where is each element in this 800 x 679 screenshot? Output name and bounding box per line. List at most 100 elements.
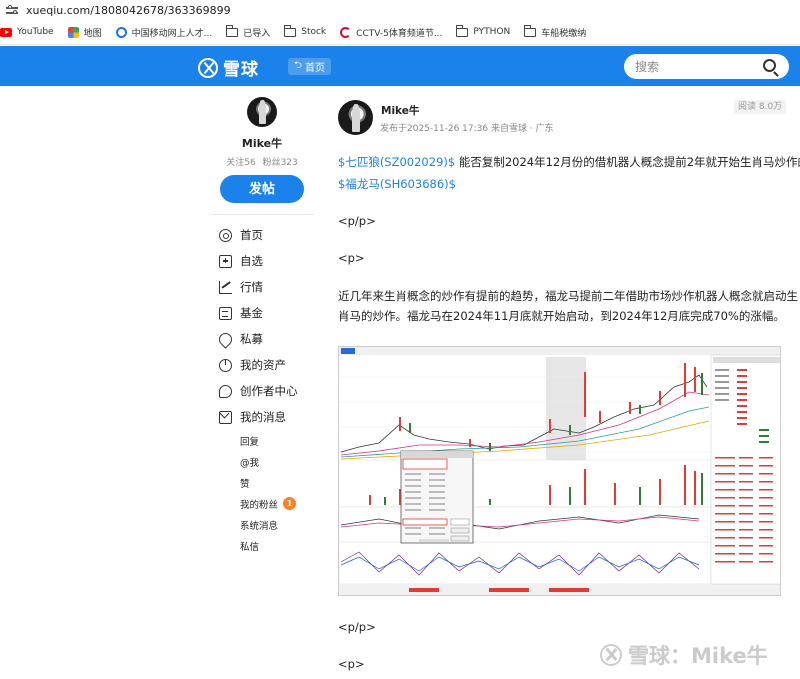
url-text[interactable]: xueqiu.com/1808042678/363369899 xyxy=(26,4,231,17)
address-bar[interactable]: xueqiu.com/1808042678/363369899 xyxy=(0,0,800,20)
assets-icon xyxy=(219,358,232,372)
site-header: 雪球 ⮌ 首页 xyxy=(0,46,800,86)
bookmark-label: 车船税缴纳 xyxy=(541,28,587,39)
xueqiu-logo-icon xyxy=(198,57,218,78)
divider xyxy=(210,214,314,215)
sidebar-item-label: 首页 xyxy=(240,228,263,242)
xueqiu-watermark-icon xyxy=(600,644,622,666)
return-icon: ⮌ xyxy=(294,60,303,71)
folder-icon xyxy=(523,24,537,37)
youtube-icon xyxy=(0,27,12,37)
china-mobile-icon xyxy=(115,26,127,38)
post-text: <p/p> xyxy=(338,214,376,228)
site-settings-icon[interactable] xyxy=(6,5,20,15)
submenu-label: 赞 xyxy=(240,478,250,490)
watermark: 雪球：Mike牛 xyxy=(600,640,768,670)
bookmark-label: 地图 xyxy=(83,28,102,39)
submenu-label: 私信 xyxy=(240,541,260,553)
post-meta: 发布于2025-11-26 17:36 来自雪球 · 广东 xyxy=(380,124,554,134)
submenu-item-private-messages[interactable]: 私信 xyxy=(240,535,296,556)
sidebar-item-messages[interactable]: 我的消息 xyxy=(219,404,298,430)
messages-icon xyxy=(219,410,232,424)
followers-count[interactable]: 粉丝323 xyxy=(263,158,298,168)
home-icon xyxy=(219,228,232,242)
post-text: <p> xyxy=(338,657,365,671)
folder-icon xyxy=(283,24,297,37)
post-text: <p> xyxy=(338,251,365,265)
submenu-label: 系统消息 xyxy=(240,520,279,532)
creator-icon xyxy=(219,384,232,398)
sidebar-item-fund[interactable]: 基金 xyxy=(219,300,298,326)
search-box xyxy=(624,54,789,79)
stock-link-fulongma[interactable]: $福龙马(SH603686)$ xyxy=(338,177,456,191)
sidebar-item-label: 创作者中心 xyxy=(240,384,298,398)
post-text: 肖马的炒作。福龙马在2024年11月底就开始启动，到2024年12月底完成70%… xyxy=(338,309,785,323)
fund-icon xyxy=(219,306,232,320)
user-name[interactable]: Mike牛 xyxy=(210,135,314,151)
submenu-item-mentions[interactable]: @我 xyxy=(240,451,296,472)
stock-chart-image[interactable] xyxy=(338,346,781,596)
post-text: 近几年来生肖概念的炒作有提前的趋势，福龙马提前二年借助市场炒作机器人概念就启动生 xyxy=(338,289,798,303)
post-line: $七匹狼(SZ002029)$ 能否复制2024年12月份的借机器人概念提前2年… xyxy=(338,154,800,170)
stock-link-qipilang[interactable]: $七匹狼(SZ002029)$ xyxy=(338,155,455,169)
bookmark-cctv5[interactable]: CCTV-5体育频道节... xyxy=(340,26,442,39)
user-avatar[interactable] xyxy=(247,97,277,127)
author-avatar[interactable] xyxy=(338,100,373,135)
sidebar-item-label: 我的消息 xyxy=(240,410,286,424)
user-stats: 关注56 粉丝323 xyxy=(210,155,314,168)
search-icon[interactable] xyxy=(763,59,776,72)
bookmark-folder-vehicle-tax[interactable]: 车船税缴纳 xyxy=(523,24,587,39)
bookmarks-bar: YouTube 地图 中国移动网上人才... 已导入 Stock CCTV-5体… xyxy=(0,20,800,45)
bookmark-folder-imported[interactable]: 已导入 xyxy=(225,24,271,39)
bookmark-maps[interactable]: 地图 xyxy=(67,26,102,39)
sidebar-item-private-fund[interactable]: 私募 xyxy=(216,326,298,352)
submenu-label: @我 xyxy=(240,457,260,469)
bookmark-label: 已导入 xyxy=(243,28,271,39)
post-text: 能否复制2024年12月份的借机器人概念提前2年就开始生肖马炒作的 xyxy=(455,155,800,169)
sidebar-menu: 首页 自选 行情 基金 私募 我的资产 创作者中心 我的消息 xyxy=(216,222,298,430)
sidebar-item-watchlist[interactable]: 自选 xyxy=(219,248,298,274)
author-name[interactable]: Mike牛 xyxy=(381,103,419,118)
post-line: $福龙马(SH603686)$ xyxy=(338,176,456,192)
market-trend-icon xyxy=(219,280,232,294)
bookmark-folder-python[interactable]: PYTHON xyxy=(455,24,511,37)
bookmark-label: YouTube xyxy=(17,27,54,37)
new-post-button[interactable]: 发帖 xyxy=(220,175,304,203)
following-count[interactable]: 关注56 xyxy=(226,158,255,168)
messages-submenu: 回复 @我 赞 我的粉丝 1 系统消息 私信 xyxy=(240,430,297,556)
sidebar-item-label: 自选 xyxy=(240,254,263,268)
maps-icon xyxy=(67,26,79,38)
submenu-item-system[interactable]: 系统消息 xyxy=(240,514,296,535)
bookmark-folder-stock[interactable]: Stock xyxy=(283,24,327,37)
sidebar-item-creator[interactable]: 创作者中心 xyxy=(219,378,298,404)
submenu-item-replies[interactable]: 回复 xyxy=(240,430,296,451)
notification-badge: 1 xyxy=(283,497,297,510)
bookmark-label: PYTHON xyxy=(473,27,511,37)
bookmark-label: Stock xyxy=(301,27,327,37)
sidebar-item-label: 私募 xyxy=(240,332,263,346)
sidebar-item-label: 我的资产 xyxy=(240,358,286,372)
home-button[interactable]: ⮌ 首页 xyxy=(288,58,332,75)
sidebar-item-label: 基金 xyxy=(240,306,263,320)
submenu-label: 我的粉丝 xyxy=(240,499,279,511)
bookmark-youtube[interactable]: YouTube xyxy=(0,27,54,37)
sidebar-item-home[interactable]: 首页 xyxy=(219,222,298,248)
bookmark-china-mobile[interactable]: 中国移动网上人才... xyxy=(115,26,213,39)
search-input[interactable] xyxy=(635,59,755,74)
submenu-label: 回复 xyxy=(240,436,260,448)
post-text: <p/p> xyxy=(338,620,376,634)
xueqiu-logo[interactable]: 雪球 xyxy=(198,55,259,80)
read-count: 阅读 8.0万 xyxy=(734,100,787,114)
sidebar-item-assets[interactable]: 我的资产 xyxy=(219,352,298,378)
watermark-text: 雪球：Mike牛 xyxy=(628,644,768,668)
submenu-item-fans[interactable]: 我的粉丝 1 xyxy=(240,493,297,514)
stock-chart-graphic xyxy=(339,347,780,595)
watchlist-icon xyxy=(219,254,232,268)
submenu-item-likes[interactable]: 赞 xyxy=(240,472,296,493)
logo-text: 雪球 xyxy=(223,60,259,80)
sidebar-item-market[interactable]: 行情 xyxy=(219,274,298,300)
folder-icon xyxy=(455,24,469,37)
sidebar-item-label: 行情 xyxy=(240,280,263,294)
folder-icon xyxy=(225,24,239,37)
bookmark-label: 中国移动网上人才... xyxy=(131,28,213,39)
